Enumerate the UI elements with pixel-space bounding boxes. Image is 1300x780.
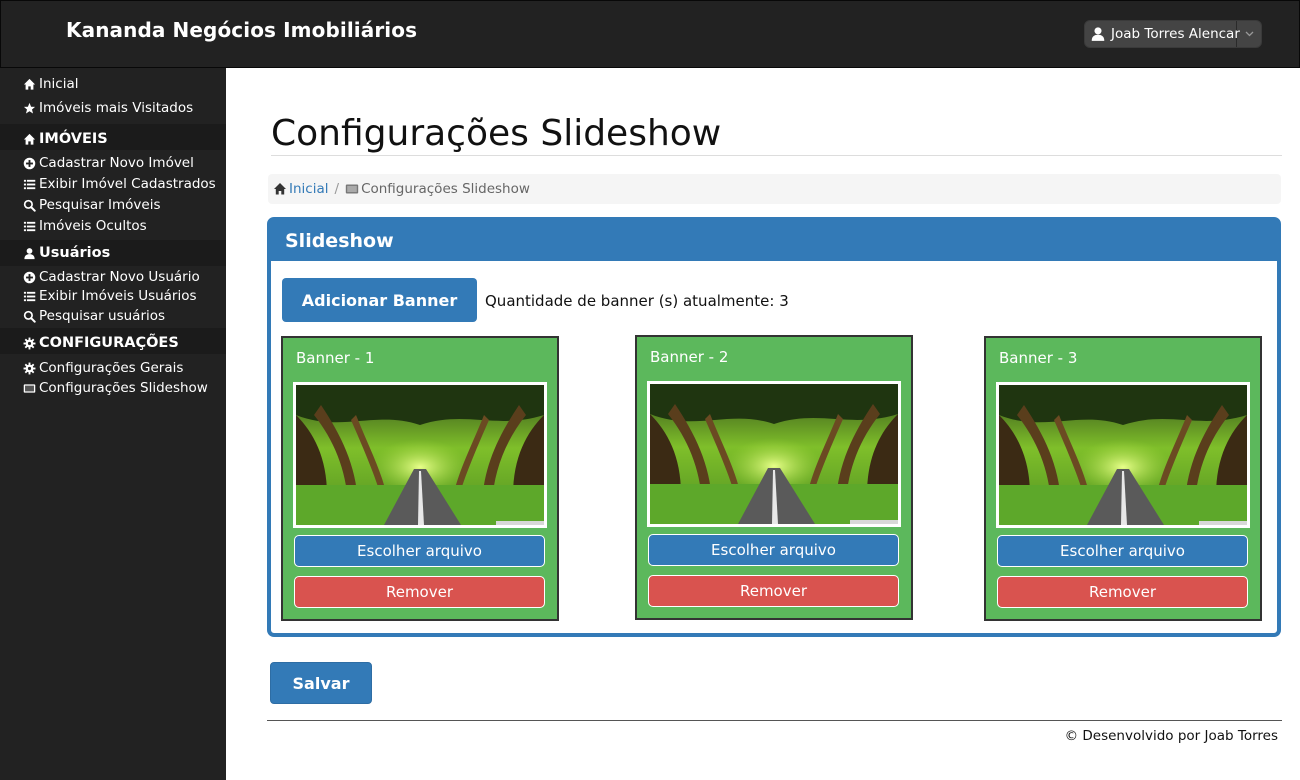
banner-quantity-text: Quantidade de banner (s) atualmente: 3 — [485, 292, 789, 310]
title-divider — [271, 155, 1282, 156]
banner-card-2: Banner - 2 Escolher arquivo Remover — [635, 335, 913, 620]
panel-title: Slideshow — [285, 230, 394, 252]
plus-circle-icon — [22, 156, 36, 170]
list-icon — [22, 219, 36, 233]
banner-image — [647, 381, 901, 527]
sidebar-item-label: Pesquisar Imóveis — [39, 197, 161, 213]
sidebar-item-label: Cadastrar Novo Imóvel — [39, 155, 194, 171]
sidebar-item-general-settings[interactable]: Configurações Gerais — [22, 360, 183, 376]
sidebar-item-label: Configurações Slideshow — [39, 380, 208, 396]
user-menu-button[interactable]: Joab Torres Alencar — [1084, 20, 1262, 48]
search-icon — [22, 309, 36, 323]
section-title-label: Usuários — [39, 245, 111, 261]
home-icon — [22, 132, 36, 146]
sidebar-item-new-user[interactable]: Cadastrar Novo Usuário — [22, 269, 200, 285]
choose-file-button[interactable]: Escolher arquivo — [648, 534, 899, 566]
section-title-label: IMÓVEIS — [39, 131, 108, 147]
user-menu-caret[interactable] — [1237, 21, 1261, 47]
sidebar-item-new-property[interactable]: Cadastrar Novo Imóvel — [22, 155, 194, 171]
section-title-usuarios: Usuários — [22, 245, 110, 261]
remove-banner-button[interactable]: Remover — [648, 575, 899, 607]
top-navbar: Kananda Negócios Imobiliários Joab Torre… — [0, 0, 1300, 68]
footer-divider — [267, 720, 1282, 721]
home-icon — [22, 77, 36, 91]
star-icon — [22, 101, 36, 115]
breadcrumb: Inicial / Configurações Slideshow — [268, 174, 1281, 204]
section-title-imoveis: IMÓVEIS — [22, 131, 108, 147]
list-icon — [22, 289, 36, 303]
banner-title: Banner - 3 — [999, 349, 1078, 367]
home-icon — [274, 183, 286, 195]
breadcrumb-separator: / — [334, 181, 340, 197]
sidebar-item-label: Cadastrar Novo Usuário — [39, 269, 200, 285]
chevron-down-icon — [1245, 31, 1253, 37]
user-icon — [22, 246, 36, 260]
save-button[interactable]: Salvar — [270, 662, 372, 704]
sidebar-item-label: Imóveis mais Visitados — [39, 100, 194, 116]
sidebar-item-label: Pesquisar usuários — [39, 308, 166, 324]
sidebar-item-search-properties[interactable]: Pesquisar Imóveis — [22, 197, 161, 213]
choose-file-button[interactable]: Escolher arquivo — [997, 535, 1248, 567]
list-icon — [22, 177, 36, 191]
sidebar-item-list-properties[interactable]: Exibir Imóvel Cadastrados — [22, 176, 216, 192]
section-title-configuracoes: CONFIGURAÇÕES — [22, 335, 179, 351]
footer-text: © Desenvolvido por Joab Torres — [1064, 728, 1278, 744]
banner-title: Banner - 2 — [650, 348, 729, 366]
slideshow-icon — [22, 381, 36, 395]
sidebar-item-label: Exibir Imóveis Usuários — [39, 288, 197, 304]
gears-icon — [22, 361, 36, 375]
user-name: Joab Torres Alencar — [1111, 26, 1240, 42]
banner-title: Banner - 1 — [296, 349, 375, 367]
plus-circle-icon — [22, 270, 36, 284]
choose-file-button[interactable]: Escolher arquivo — [294, 535, 545, 567]
sidebar-item-label: Exibir Imóvel Cadastrados — [39, 176, 216, 192]
sidebar: Inicial Imóveis mais Visitados IMÓVEIS C… — [0, 68, 226, 780]
page-title: Configurações Slideshow — [271, 113, 722, 154]
gear-icon — [22, 336, 36, 350]
sidebar-item-most-visited[interactable]: Imóveis mais Visitados — [22, 100, 193, 116]
user-icon — [1090, 26, 1106, 42]
sidebar-item-inicial[interactable]: Inicial — [22, 76, 79, 92]
section-title-label: CONFIGURAÇÕES — [39, 335, 179, 351]
banner-image — [293, 382, 547, 528]
user-menu-main[interactable]: Joab Torres Alencar — [1085, 21, 1240, 47]
sidebar-item-hidden-properties[interactable]: Imóveis Ocultos — [22, 218, 147, 234]
sidebar-item-label: Inicial — [39, 76, 79, 92]
sidebar-item-search-users[interactable]: Pesquisar usuários — [22, 308, 165, 324]
banner-image — [996, 382, 1250, 528]
panel-heading: Slideshow — [271, 221, 1277, 261]
breadcrumb-current: Configurações Slideshow — [361, 181, 530, 197]
remove-banner-button[interactable]: Remover — [294, 576, 545, 608]
sidebar-item-label: Configurações Gerais — [39, 360, 184, 376]
breadcrumb-home-link[interactable]: Inicial — [289, 181, 329, 197]
remove-banner-button[interactable]: Remover — [997, 576, 1248, 608]
banner-card-3: Banner - 3 Escolher arquivo Remover — [984, 336, 1262, 621]
slideshow-icon — [345, 184, 359, 194]
sidebar-item-label: Imóveis Ocultos — [39, 218, 147, 234]
search-icon — [22, 198, 36, 212]
sidebar-item-user-properties[interactable]: Exibir Imóveis Usuários — [22, 288, 197, 304]
add-banner-button[interactable]: Adicionar Banner — [282, 278, 477, 322]
brand-title[interactable]: Kananda Negócios Imobiliários — [66, 18, 417, 42]
banner-card-1: Banner - 1 Escolher arquivo Remover — [281, 336, 559, 621]
sidebar-item-slideshow-settings[interactable]: Configurações Slideshow — [22, 380, 208, 396]
